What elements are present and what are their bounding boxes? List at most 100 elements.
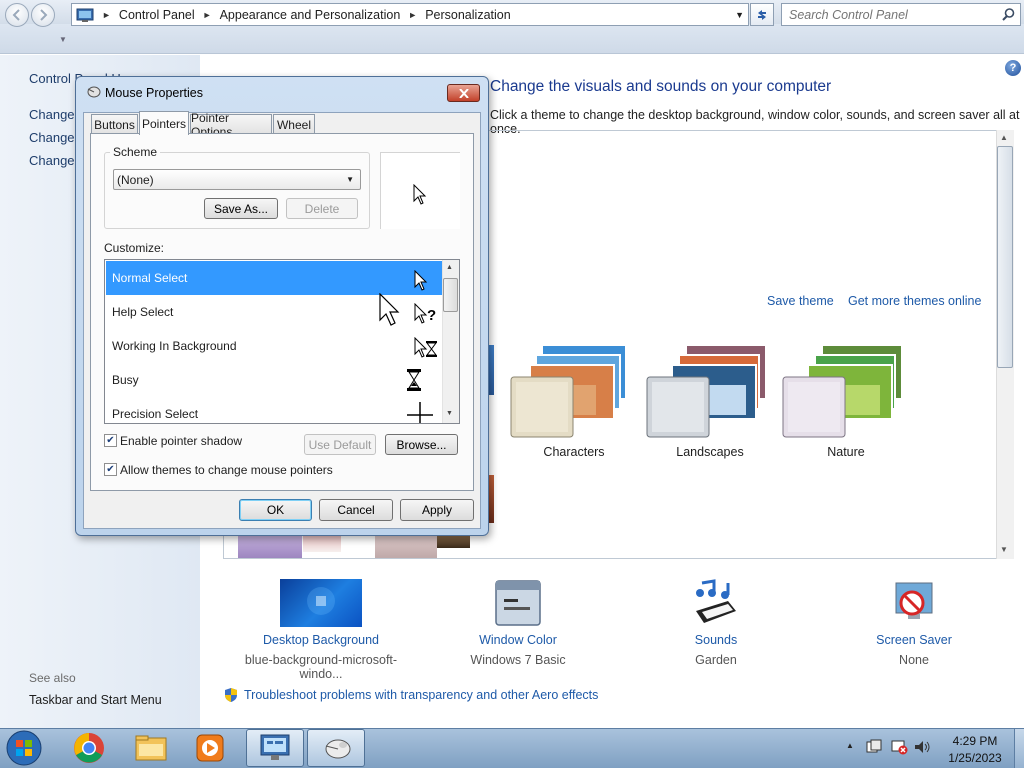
scroll-up-arrow-icon[interactable]: ▲ bbox=[446, 264, 453, 271]
recent-pages-dropdown[interactable]: ▼ bbox=[59, 35, 67, 44]
page-title: Change the visuals and sounds on your co… bbox=[490, 78, 832, 95]
tab-pointer-options[interactable]: Pointer Options bbox=[190, 111, 272, 139]
svg-text:?: ? bbox=[427, 307, 436, 324]
file-explorer-icon bbox=[135, 735, 167, 761]
help-icon[interactable]: ? bbox=[1005, 60, 1021, 76]
screen-saver-link[interactable]: Screen Saver bbox=[819, 633, 1009, 647]
start-button[interactable] bbox=[4, 729, 44, 767]
address-dropdown-icon[interactable]: ▼ bbox=[735, 10, 744, 20]
scroll-down-arrow-icon[interactable]: ▼ bbox=[446, 410, 453, 417]
control-panel-icon bbox=[260, 734, 290, 760]
customize-label: Customize: bbox=[104, 241, 165, 255]
search-box[interactable] bbox=[781, 3, 1021, 26]
arrow-cursor-icon bbox=[413, 184, 427, 205]
theme-list-scroll-thumb[interactable] bbox=[997, 146, 1013, 368]
volume-icon[interactable] bbox=[913, 739, 931, 755]
search-icon[interactable] bbox=[1002, 8, 1015, 21]
window-color-link[interactable]: Window Color bbox=[423, 633, 613, 647]
scheme-label: Scheme bbox=[110, 145, 161, 159]
delete-button[interactable]: Delete bbox=[286, 198, 358, 219]
list-item[interactable]: Precision Select bbox=[106, 397, 442, 423]
refresh-button[interactable] bbox=[750, 3, 774, 26]
taskbar-file-explorer[interactable] bbox=[122, 729, 180, 767]
breadcrumb-separator-icon: ► bbox=[408, 9, 418, 20]
screen-saver-icon bbox=[890, 579, 938, 627]
breadcrumb-personalization[interactable]: Personalization bbox=[425, 8, 510, 22]
dialog-title: Mouse Properties bbox=[105, 86, 203, 100]
shield-icon bbox=[223, 687, 239, 703]
network-icon[interactable] bbox=[890, 739, 908, 755]
mouse-icon bbox=[85, 85, 101, 99]
scroll-down-arrow-icon[interactable]: ▼ bbox=[1000, 545, 1008, 554]
scroll-up-arrow-icon[interactable]: ▲ bbox=[1000, 133, 1008, 142]
show-desktop-button[interactable] bbox=[1014, 729, 1024, 768]
show-hidden-icons-button[interactable]: ▲ bbox=[846, 741, 854, 750]
troubleshoot-link[interactable]: Troubleshoot problems with transparency … bbox=[244, 688, 598, 702]
taskbar-start-menu-link[interactable]: Taskbar and Start Menu bbox=[29, 693, 162, 707]
get-more-themes-link[interactable]: Get more themes online bbox=[848, 294, 981, 308]
sounds-setting[interactable]: Sounds Garden bbox=[621, 579, 811, 667]
windows-logo-icon bbox=[6, 730, 42, 766]
scheme-dropdown[interactable]: (None) ▼ bbox=[113, 169, 361, 190]
theme-landscapes-label: Landscapes bbox=[676, 445, 744, 459]
browse-button[interactable]: Browse... bbox=[385, 434, 458, 455]
screen-saver-value: None bbox=[899, 653, 929, 667]
refresh-icon bbox=[758, 9, 766, 20]
taskbar-chrome[interactable] bbox=[60, 729, 118, 767]
back-button[interactable] bbox=[5, 3, 29, 27]
clock-time[interactable]: 4:29 PM bbox=[940, 734, 1010, 748]
save-theme-link[interactable]: Save theme bbox=[767, 294, 834, 308]
theme-landscapes[interactable] bbox=[646, 340, 776, 460]
window-color-setting[interactable]: Window Color Windows 7 Basic bbox=[423, 579, 613, 667]
list-item[interactable]: Working In Background bbox=[106, 329, 442, 363]
theme-characters[interactable] bbox=[510, 340, 640, 460]
arrow-cursor-icon bbox=[414, 270, 428, 291]
search-input[interactable] bbox=[789, 7, 1002, 22]
desktop-background-link[interactable]: Desktop Background bbox=[226, 633, 416, 647]
breadcrumb-appearance[interactable]: Appearance and Personalization bbox=[220, 8, 401, 22]
theme-nature[interactable] bbox=[782, 340, 912, 460]
ok-button[interactable]: OK bbox=[239, 499, 312, 521]
sounds-link[interactable]: Sounds bbox=[621, 633, 811, 647]
tab-wheel[interactable]: Wheel bbox=[273, 114, 315, 134]
breadcrumb-control-panel[interactable]: Control Panel bbox=[119, 8, 195, 22]
pointer-name: Precision Select bbox=[112, 407, 199, 421]
allow-themes-label[interactable]: Allow themes to change mouse pointers bbox=[120, 463, 333, 477]
action-center-icon[interactable] bbox=[866, 739, 882, 755]
forward-button[interactable] bbox=[31, 3, 55, 27]
window-color-icon bbox=[494, 579, 542, 627]
breadcrumb-separator-icon: ► bbox=[202, 9, 212, 20]
clock-date[interactable]: 1/25/2023 bbox=[940, 751, 1010, 765]
mouse-icon bbox=[325, 739, 351, 759]
taskbar-control-panel[interactable] bbox=[246, 729, 304, 767]
enable-pointer-shadow-checkbox[interactable]: ✔ bbox=[104, 434, 117, 447]
address-bar[interactable]: ► Control Panel ► Appearance and Persona… bbox=[71, 3, 749, 26]
navigation-bar bbox=[0, 24, 1024, 54]
list-item[interactable]: Busy bbox=[106, 363, 442, 397]
taskbar-mouse-properties[interactable] bbox=[307, 729, 365, 767]
pointer-preview bbox=[380, 152, 460, 229]
save-as-button[interactable]: Save As... bbox=[204, 198, 278, 219]
sounds-icon bbox=[692, 579, 740, 627]
list-item[interactable]: Normal Select bbox=[106, 261, 442, 295]
screen-saver-setting[interactable]: Screen Saver None bbox=[819, 579, 1009, 667]
desktop-background-setting[interactable]: Desktop Background blue-background-micro… bbox=[226, 579, 416, 681]
pointer-list[interactable]: Normal Select Help Select ? Working In B… bbox=[104, 259, 460, 424]
tab-pointers[interactable]: Pointers bbox=[139, 111, 189, 135]
window-color-value: Windows 7 Basic bbox=[470, 653, 566, 667]
taskbar-media-player[interactable] bbox=[181, 729, 239, 767]
pointer-name: Normal Select bbox=[112, 271, 188, 285]
use-default-button[interactable]: Use Default bbox=[304, 434, 376, 455]
help-cursor-icon: ? bbox=[414, 303, 436, 324]
scheme-dropdown-value: (None) bbox=[117, 172, 154, 187]
apply-button[interactable]: Apply bbox=[400, 499, 474, 521]
tab-buttons[interactable]: Buttons bbox=[91, 114, 138, 134]
allow-themes-checkbox[interactable]: ✔ bbox=[104, 463, 117, 476]
dialog-close-button[interactable] bbox=[447, 84, 480, 102]
pointer-list-scroll-thumb[interactable] bbox=[443, 278, 458, 312]
enable-pointer-shadow-label[interactable]: Enable pointer shadow bbox=[120, 434, 242, 448]
working-cursor-icon bbox=[414, 337, 437, 358]
chevron-down-icon: ▼ bbox=[346, 175, 354, 184]
see-also-heading: See also bbox=[29, 671, 76, 685]
cancel-button[interactable]: Cancel bbox=[319, 499, 393, 521]
